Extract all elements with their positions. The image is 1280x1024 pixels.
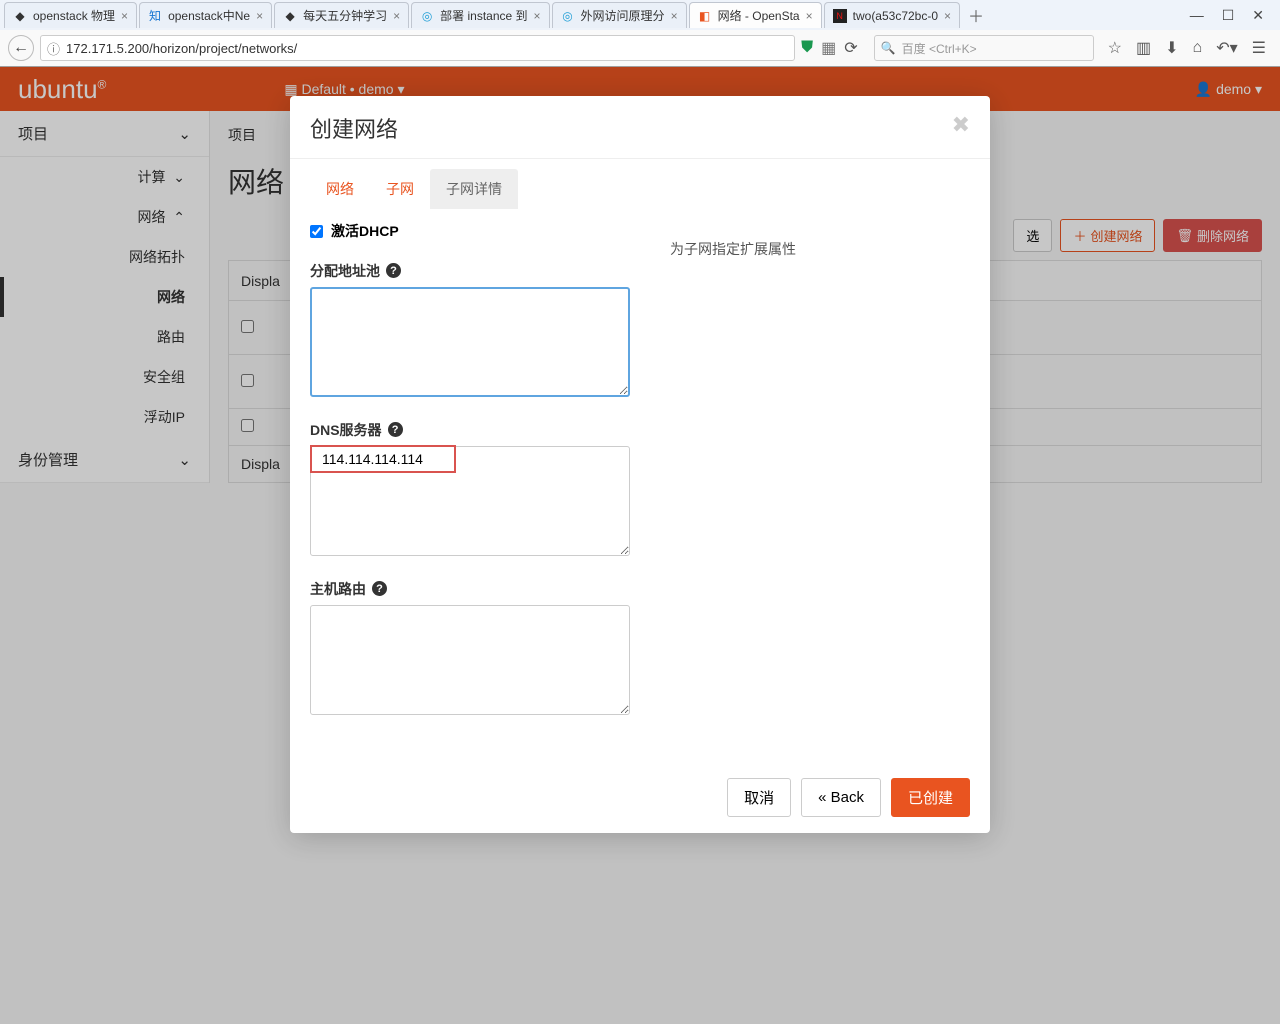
toolbar-icons: ☆ ▥ ⬇ ⌂ ↶▾ ☰ — [1102, 38, 1272, 58]
modal-form: 激活DHCP 分配地址池 ? DNS服务器 ? — [310, 221, 630, 738]
browser-tab[interactable]: 知openstack中Ne× — [139, 2, 272, 28]
alloc-pool-label: 分配地址池 ? — [310, 261, 630, 281]
tab-close-icon[interactable]: × — [534, 9, 541, 23]
menu-icon[interactable]: ☰ — [1252, 38, 1266, 58]
history-icon[interactable]: ↶▾ — [1216, 38, 1237, 58]
maximize-icon[interactable]: ☐ — [1222, 7, 1235, 24]
tab-subnet-detail[interactable]: 子网详情 — [430, 169, 518, 209]
search-input[interactable]: 🔍 百度 <Ctrl+K> — [874, 35, 1094, 61]
browser-tab[interactable]: ◆每天五分钟学习× — [274, 2, 409, 28]
host-routes-input[interactable] — [310, 605, 630, 715]
tab-close-icon[interactable]: × — [393, 9, 400, 23]
qr-icon[interactable]: ▦ — [821, 38, 836, 58]
address-bar: ← ⓘ 172.171.5.200/horizon/project/networ… — [0, 30, 1280, 66]
modal-footer: 取消 « Back 已创建 — [290, 762, 990, 833]
window-controls: — ☐ ✕ — [1190, 7, 1276, 24]
url-input[interactable]: ⓘ 172.171.5.200/horizon/project/networks… — [40, 35, 795, 61]
download-icon[interactable]: ⬇ — [1165, 38, 1178, 58]
favicon-icon: ◆ — [283, 9, 297, 23]
favicon-icon: ◎ — [561, 9, 575, 23]
modal-overlay: 创建网络 ✖ 网络 子网 子网详情 激活DHCP 分配地址池 ? — [0, 66, 1280, 1024]
home-icon[interactable]: ⌂ — [1193, 39, 1203, 57]
submit-button[interactable]: 已创建 — [891, 778, 970, 817]
tab-close-icon[interactable]: × — [671, 9, 678, 23]
alloc-pool-input[interactable] — [310, 287, 630, 397]
reload-icon[interactable]: ⟳ — [844, 38, 857, 58]
minimize-icon[interactable]: — — [1190, 7, 1204, 24]
back-icon[interactable]: ← — [8, 35, 34, 61]
browser-chrome: ◆openstack 物理× 知openstack中Ne× ◆每天五分钟学习× … — [0, 0, 1280, 67]
search-placeholder: 百度 <Ctrl+K> — [902, 40, 977, 57]
new-tab-button[interactable]: ＋ — [968, 3, 984, 27]
browser-tab-active[interactable]: ◧网络 - OpenSta× — [689, 2, 822, 28]
favicon-icon: 知 — [148, 9, 162, 23]
url-text: 172.171.5.200/horizon/project/networks/ — [66, 41, 297, 56]
modal-title: 创建网络 — [310, 112, 398, 144]
help-icon[interactable]: ? — [388, 422, 403, 437]
host-routes-label: 主机路由 ? — [310, 579, 630, 599]
tab-network[interactable]: 网络 — [310, 169, 370, 209]
bookmark-icon[interactable]: ☆ — [1108, 38, 1122, 58]
browser-tab[interactable]: ◎部署 instance 到× — [411, 2, 549, 28]
favicon-icon: ◆ — [13, 9, 27, 23]
close-window-icon[interactable]: ✕ — [1252, 7, 1264, 24]
help-icon[interactable]: ? — [372, 581, 387, 596]
dhcp-checkbox[interactable] — [310, 225, 323, 238]
dhcp-checkbox-label[interactable]: 激活DHCP — [310, 221, 399, 241]
library-icon[interactable]: ▥ — [1136, 38, 1151, 58]
close-icon[interactable]: ✖ — [952, 112, 970, 144]
site-info-icon[interactable]: ⓘ — [47, 39, 60, 58]
browser-tab[interactable]: Ntwo(a53c72bc-0× — [824, 2, 960, 28]
modal-tabs: 网络 子网 子网详情 — [310, 169, 970, 209]
tab-subnet[interactable]: 子网 — [370, 169, 430, 209]
dns-value-highlight: 114.114.114.114 — [310, 445, 456, 473]
favicon-icon: ◎ — [420, 9, 434, 23]
browser-tab[interactable]: ◆openstack 物理× — [4, 2, 137, 28]
favicon-icon: ◧ — [698, 9, 712, 23]
shield-icon[interactable]: ⛊ — [801, 39, 813, 57]
dns-label: DNS服务器 ? — [310, 420, 630, 440]
create-network-modal: 创建网络 ✖ 网络 子网 子网详情 激活DHCP 分配地址池 ? — [290, 96, 990, 833]
back-button[interactable]: « Back — [801, 778, 881, 817]
cancel-button[interactable]: 取消 — [727, 778, 791, 817]
modal-help-text: 为子网指定扩展属性 — [670, 221, 970, 738]
tab-close-icon[interactable]: × — [121, 9, 128, 23]
tab-strip: ◆openstack 物理× 知openstack中Ne× ◆每天五分钟学习× … — [0, 0, 1280, 30]
tab-close-icon[interactable]: × — [256, 9, 263, 23]
help-icon[interactable]: ? — [386, 263, 401, 278]
browser-tab[interactable]: ◎外网访问原理分× — [552, 2, 687, 28]
tab-close-icon[interactable]: × — [806, 9, 813, 23]
tab-close-icon[interactable]: × — [944, 9, 951, 23]
favicon-icon: N — [833, 9, 847, 23]
